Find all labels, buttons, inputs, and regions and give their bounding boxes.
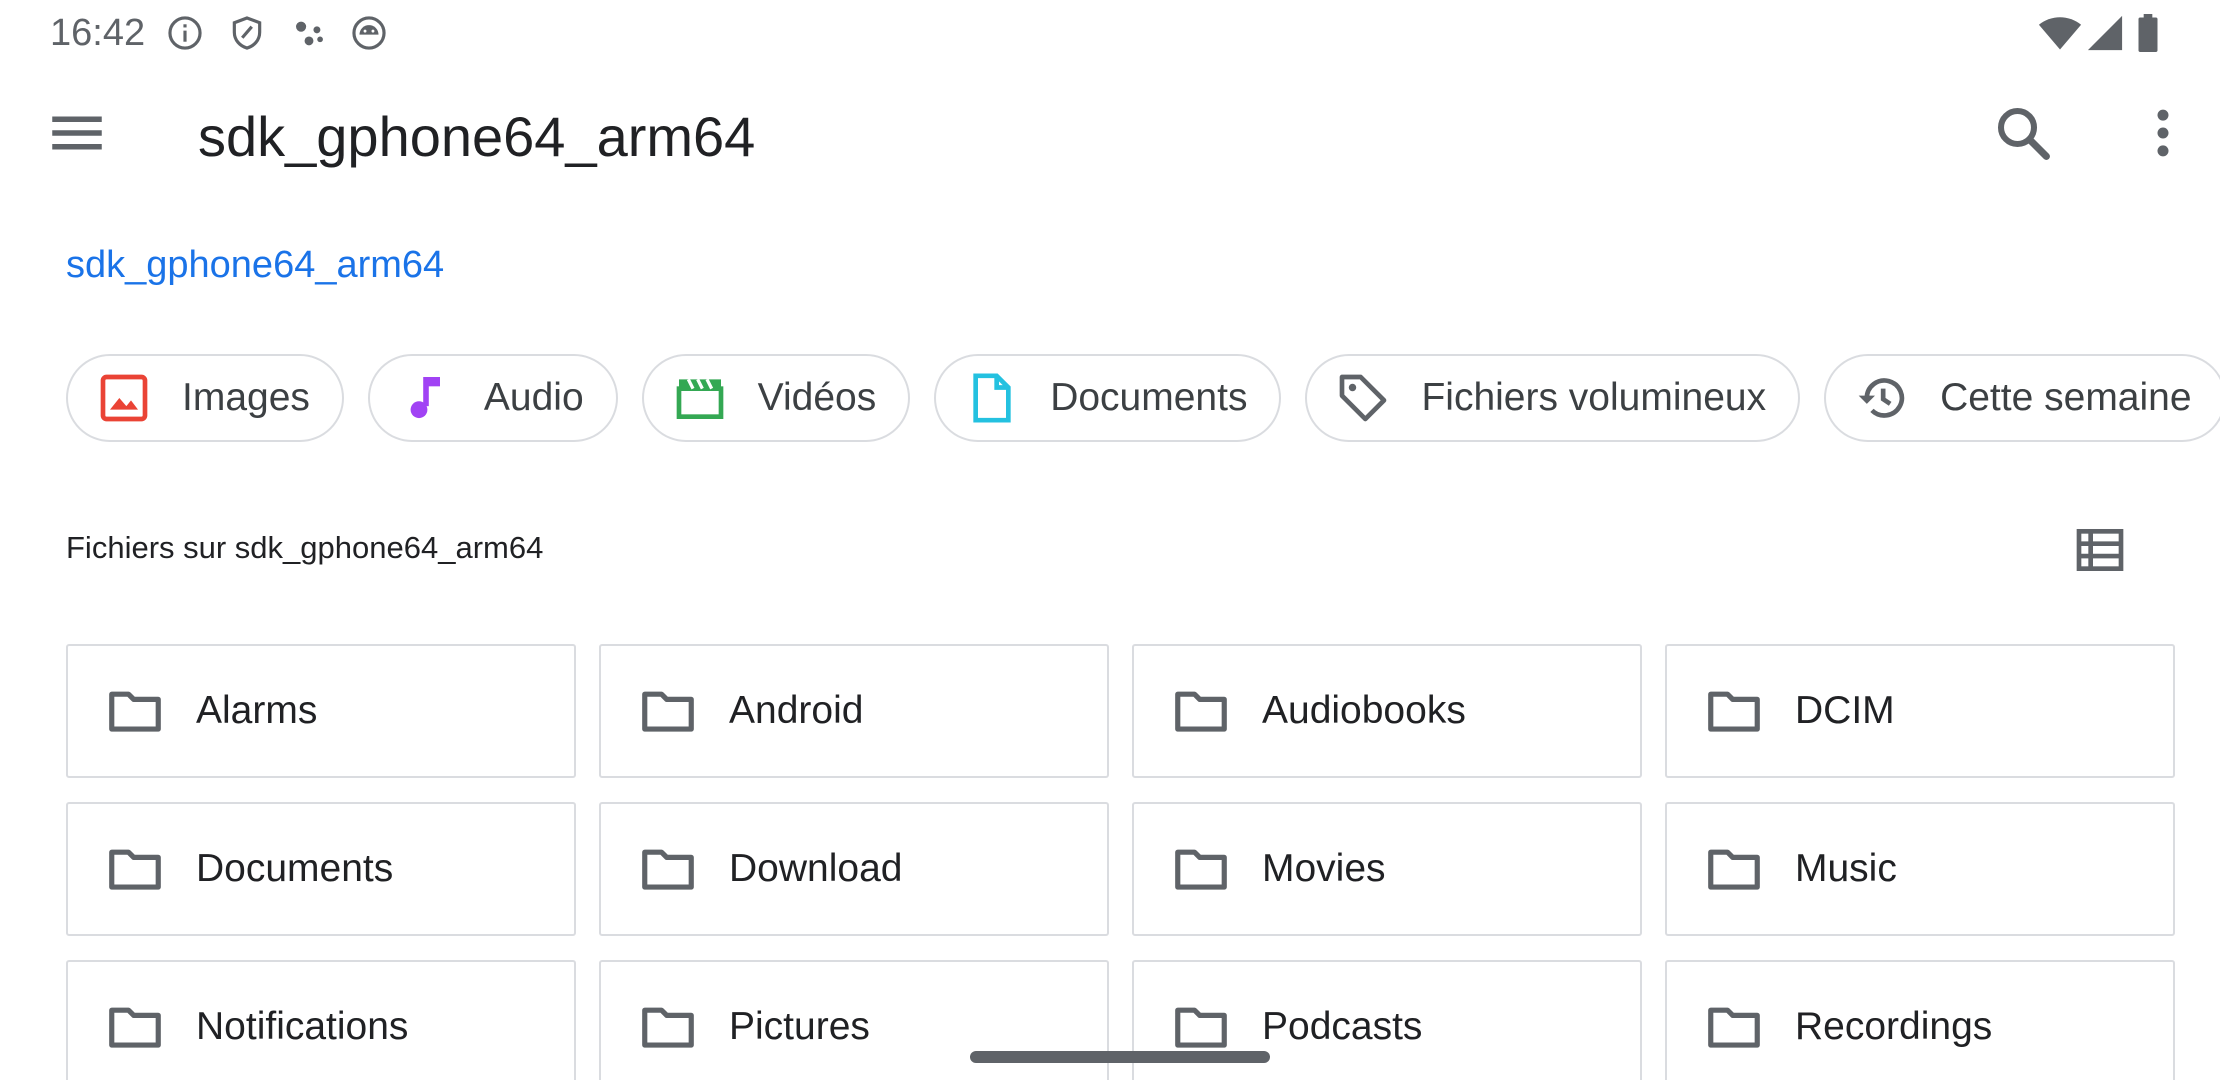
folder-item[interactable]: Audiobooks [1132,644,1642,778]
chip-label: Documents [1050,376,1248,419]
folder-label: Music [1795,847,1897,890]
folder-label: Recordings [1795,1005,1993,1048]
folder-item[interactable]: Movies [1132,802,1642,936]
folder-label: DCIM [1795,689,1895,732]
folder-item[interactable]: Music [1665,802,2175,936]
music-note-icon [410,377,440,419]
chip-label: Fichiers volumineux [1421,376,1767,419]
tag-icon [1340,374,1387,422]
folder-label: Pictures [729,1005,870,1048]
folder-item[interactable]: Notifications [66,960,576,1080]
movie-clapper-icon [676,378,723,419]
breadcrumb-root[interactable]: sdk_gphone64_arm64 [66,244,444,287]
chip-large-files[interactable]: Fichiers volumineux [1305,354,1801,442]
chip-videos[interactable]: Vidéos [641,354,911,442]
folder-label: Documents [196,847,394,890]
folder-label: Android [729,689,864,732]
status-time: 16:42 [50,12,146,54]
menu-icon[interactable] [44,100,110,166]
android-head-icon [352,16,386,50]
category-chips: Images Audio Vidéos Documents Fichiers v… [66,354,2220,442]
folder-grid: Alarms Android Audiobooks DCIM Documents… [66,644,2176,1080]
section-title: Fichiers sur sdk_gphone64_arm64 [66,530,544,565]
folder-label: Movies [1262,847,1386,890]
assistant-dots-icon [296,21,323,46]
chip-label: Vidéos [757,376,877,419]
folder-icon [642,691,694,732]
folder-item[interactable]: Android [599,644,1109,778]
wifi-icon [2038,17,2082,50]
info-icon [168,16,202,50]
chip-this-week[interactable]: Cette semaine [1824,354,2220,442]
folder-label: Audiobooks [1262,689,1466,732]
folder-label: Podcasts [1262,1005,1423,1048]
folder-item[interactable]: Download [599,802,1109,936]
folder-item[interactable]: Alarms [66,644,576,778]
folder-label: Alarms [196,689,318,732]
history-icon [1858,378,1905,418]
folder-label: Download [729,847,903,890]
battery-icon [2138,14,2158,52]
folder-label: Notifications [196,1005,409,1048]
folder-item[interactable]: DCIM [1665,644,2175,778]
folder-item[interactable]: Recordings [1665,960,2175,1080]
folder-icon [1708,1007,1760,1048]
status-bar: 16:42 [0,0,2220,66]
folder-icon [109,849,161,890]
folder-icon [1175,691,1227,732]
cell-signal-icon [2087,15,2123,51]
more-vert-icon[interactable] [2130,100,2196,166]
chip-label: Cette semaine [1940,376,2192,419]
search-icon[interactable] [1990,100,2056,166]
folder-item[interactable]: Documents [66,802,576,936]
chip-images[interactable]: Images [66,354,344,442]
folder-icon [1175,849,1227,890]
chip-documents[interactable]: Documents [934,354,1282,442]
chip-audio[interactable]: Audio [367,354,618,442]
app-title: sdk_gphone64_arm64 [198,105,756,168]
gesture-navigation-bar[interactable] [970,1051,1270,1063]
top-app-bar: sdk_gphone64_arm64 [0,66,2220,202]
folder-icon [1708,849,1760,890]
shield-icon [232,16,262,50]
folder-icon [642,849,694,890]
folder-icon [1708,691,1760,732]
folder-icon [109,1007,161,1048]
folder-icon [642,1007,694,1048]
folder-icon [109,691,161,732]
folder-icon [1175,1007,1227,1048]
chip-label: Audio [483,376,584,419]
files-app-screen: 16:42 sdk_gphone64_arm64 sdk_gphone64_ar… [0,0,2220,1080]
document-icon [973,373,1011,423]
list-view-icon[interactable] [2072,522,2128,578]
chip-label: Images [182,376,310,419]
image-icon [100,374,148,422]
